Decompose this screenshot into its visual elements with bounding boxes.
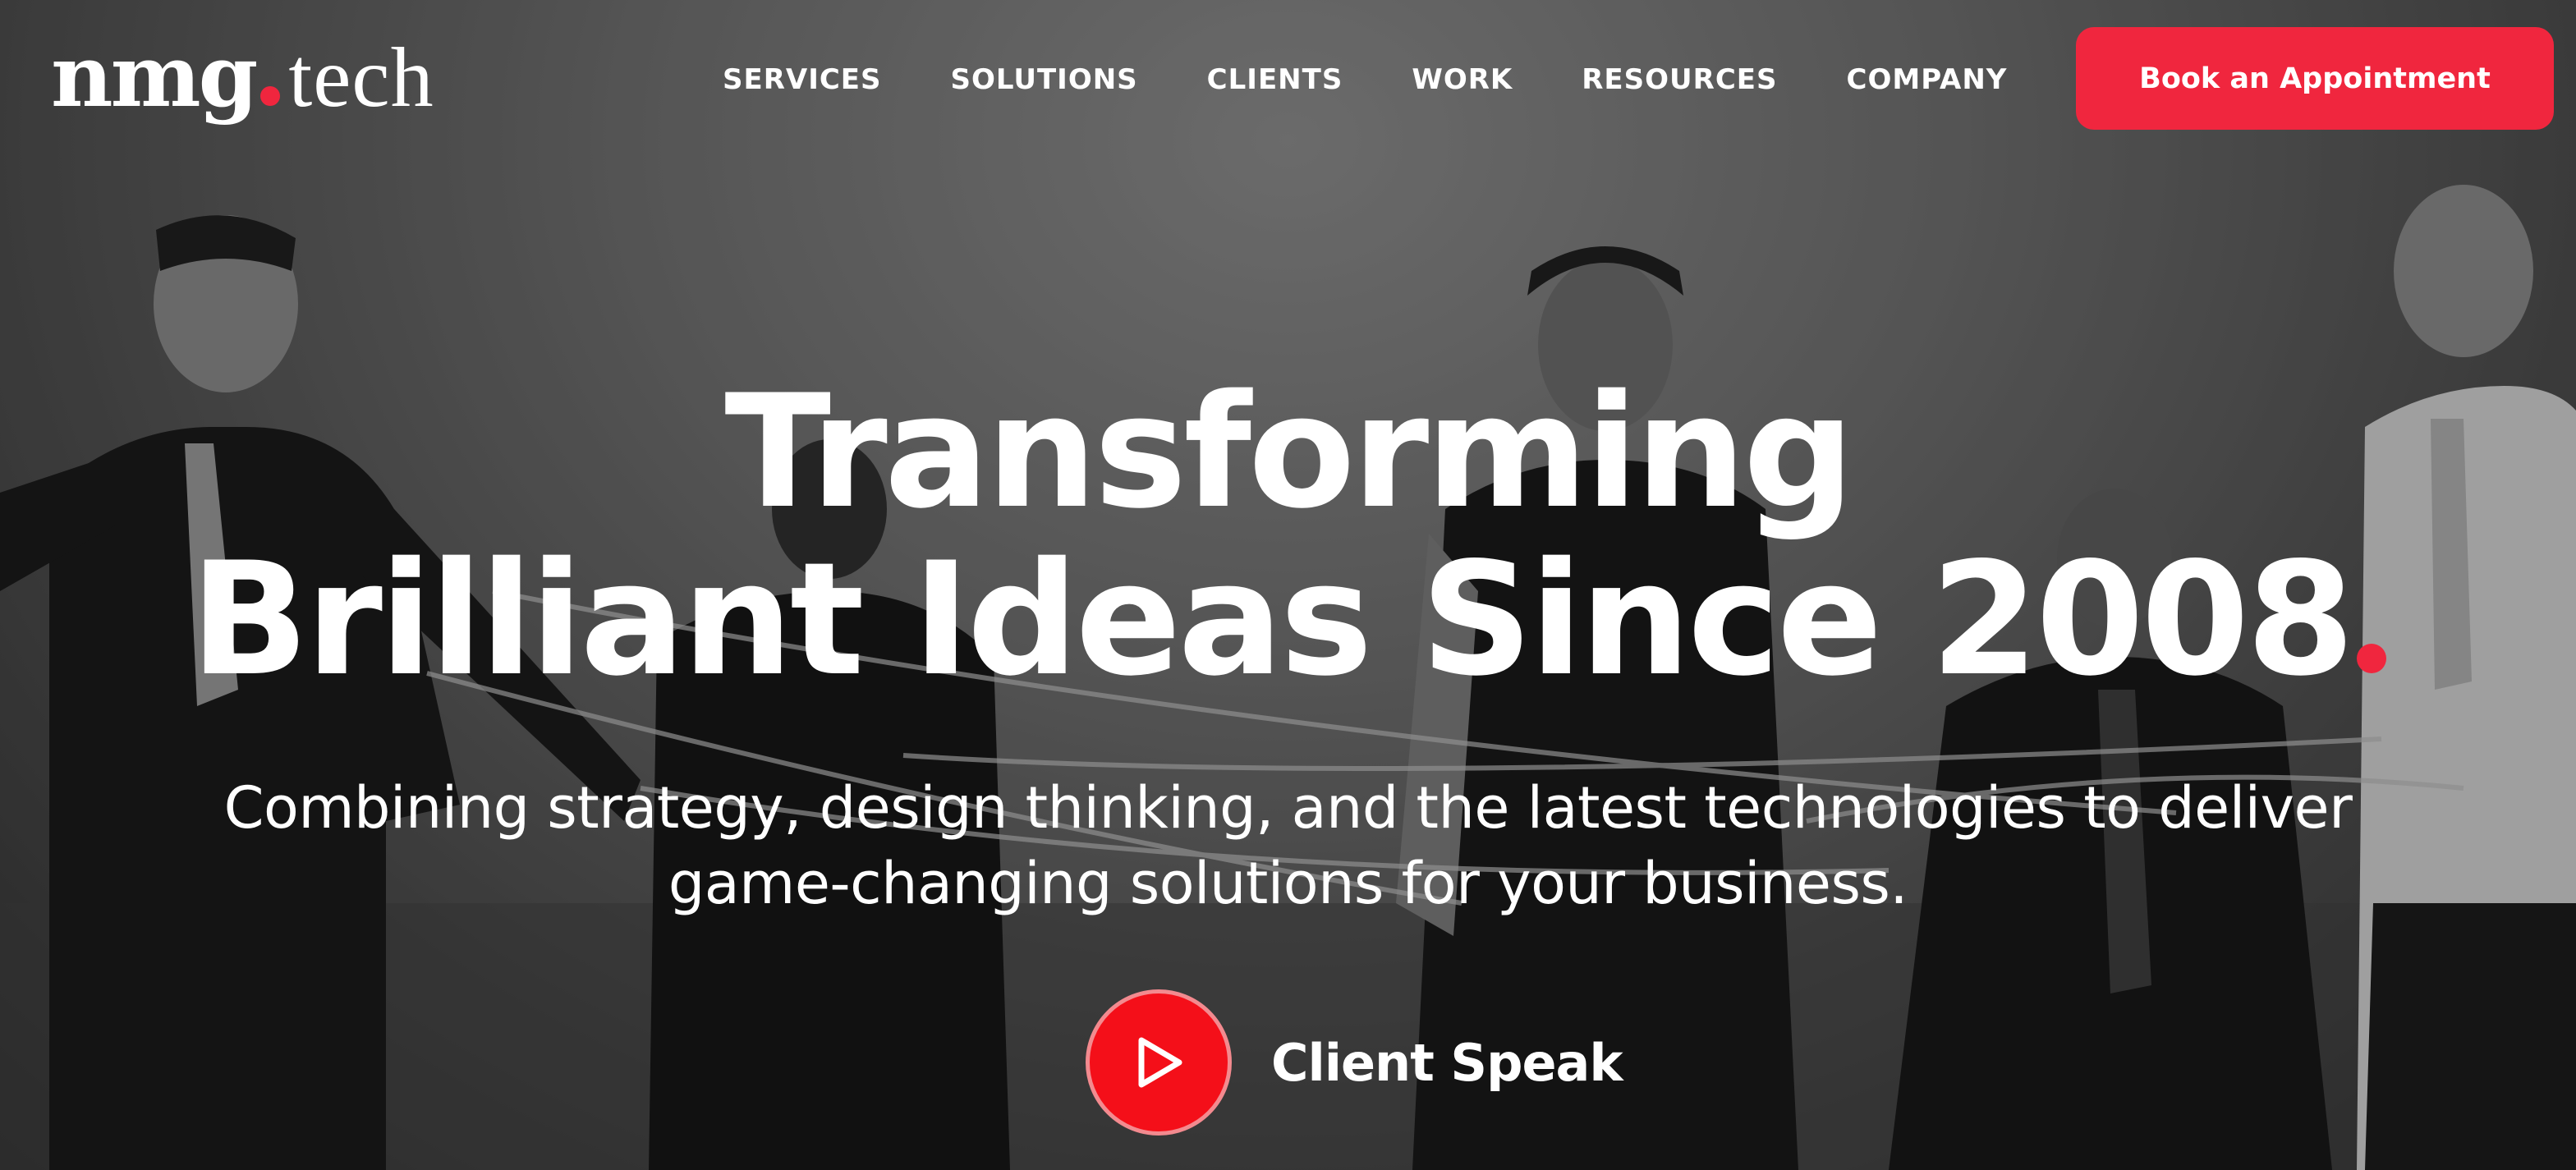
hero-subheadline-line2: game-changing solutions for your busines…: [668, 850, 1908, 917]
hero-headline: Transforming Brilliant Ideas Since 2008: [0, 370, 2576, 702]
logo-wordmark-main: nmg: [51, 25, 258, 126]
hero-section: nmg tech SERVICES SOLUTIONS CLIENTS WORK…: [0, 0, 2576, 1170]
nav-item-solutions[interactable]: SOLUTIONS: [951, 63, 1138, 96]
hero-subheadline-line1: Combining strategy, design thinking, and…: [223, 774, 2353, 842]
nav-item-services[interactable]: SERVICES: [723, 63, 882, 96]
nav-item-resources[interactable]: RESOURCES: [1582, 63, 1777, 96]
nav-item-clients[interactable]: CLIENTS: [1207, 63, 1343, 96]
book-appointment-button[interactable]: Book an Appointment: [2076, 27, 2554, 130]
headline-dot-icon: [2356, 644, 2386, 674]
play-icon: [1138, 1037, 1182, 1088]
nav-item-company[interactable]: COMPANY: [1847, 63, 2008, 96]
logo-wordmark-sub: tech: [288, 30, 434, 125]
play-video-button[interactable]: [1086, 989, 1232, 1136]
hero-headline-line2-wrapper: Brilliant Ideas Since 2008: [0, 538, 2576, 702]
hero-subheadline: Combining strategy, design thinking, and…: [0, 770, 2576, 921]
logo-dot-icon: [260, 86, 281, 106]
site-header: nmg tech SERVICES SOLUTIONS CLIENTS WORK…: [0, 0, 2576, 156]
main-navigation: SERVICES SOLUTIONS CLIENTS WORK RESOURCE…: [723, 51, 2007, 108]
site-logo[interactable]: nmg tech: [51, 23, 434, 130]
hero-headline-line2: Brilliant Ideas Since 2008: [190, 529, 2354, 711]
nav-item-work[interactable]: WORK: [1412, 63, 1513, 96]
hero-headline-line1: Transforming: [724, 361, 1854, 544]
client-speak-video-link[interactable]: Client Speak: [1086, 989, 1623, 1136]
client-speak-label: Client Speak: [1271, 1032, 1623, 1093]
